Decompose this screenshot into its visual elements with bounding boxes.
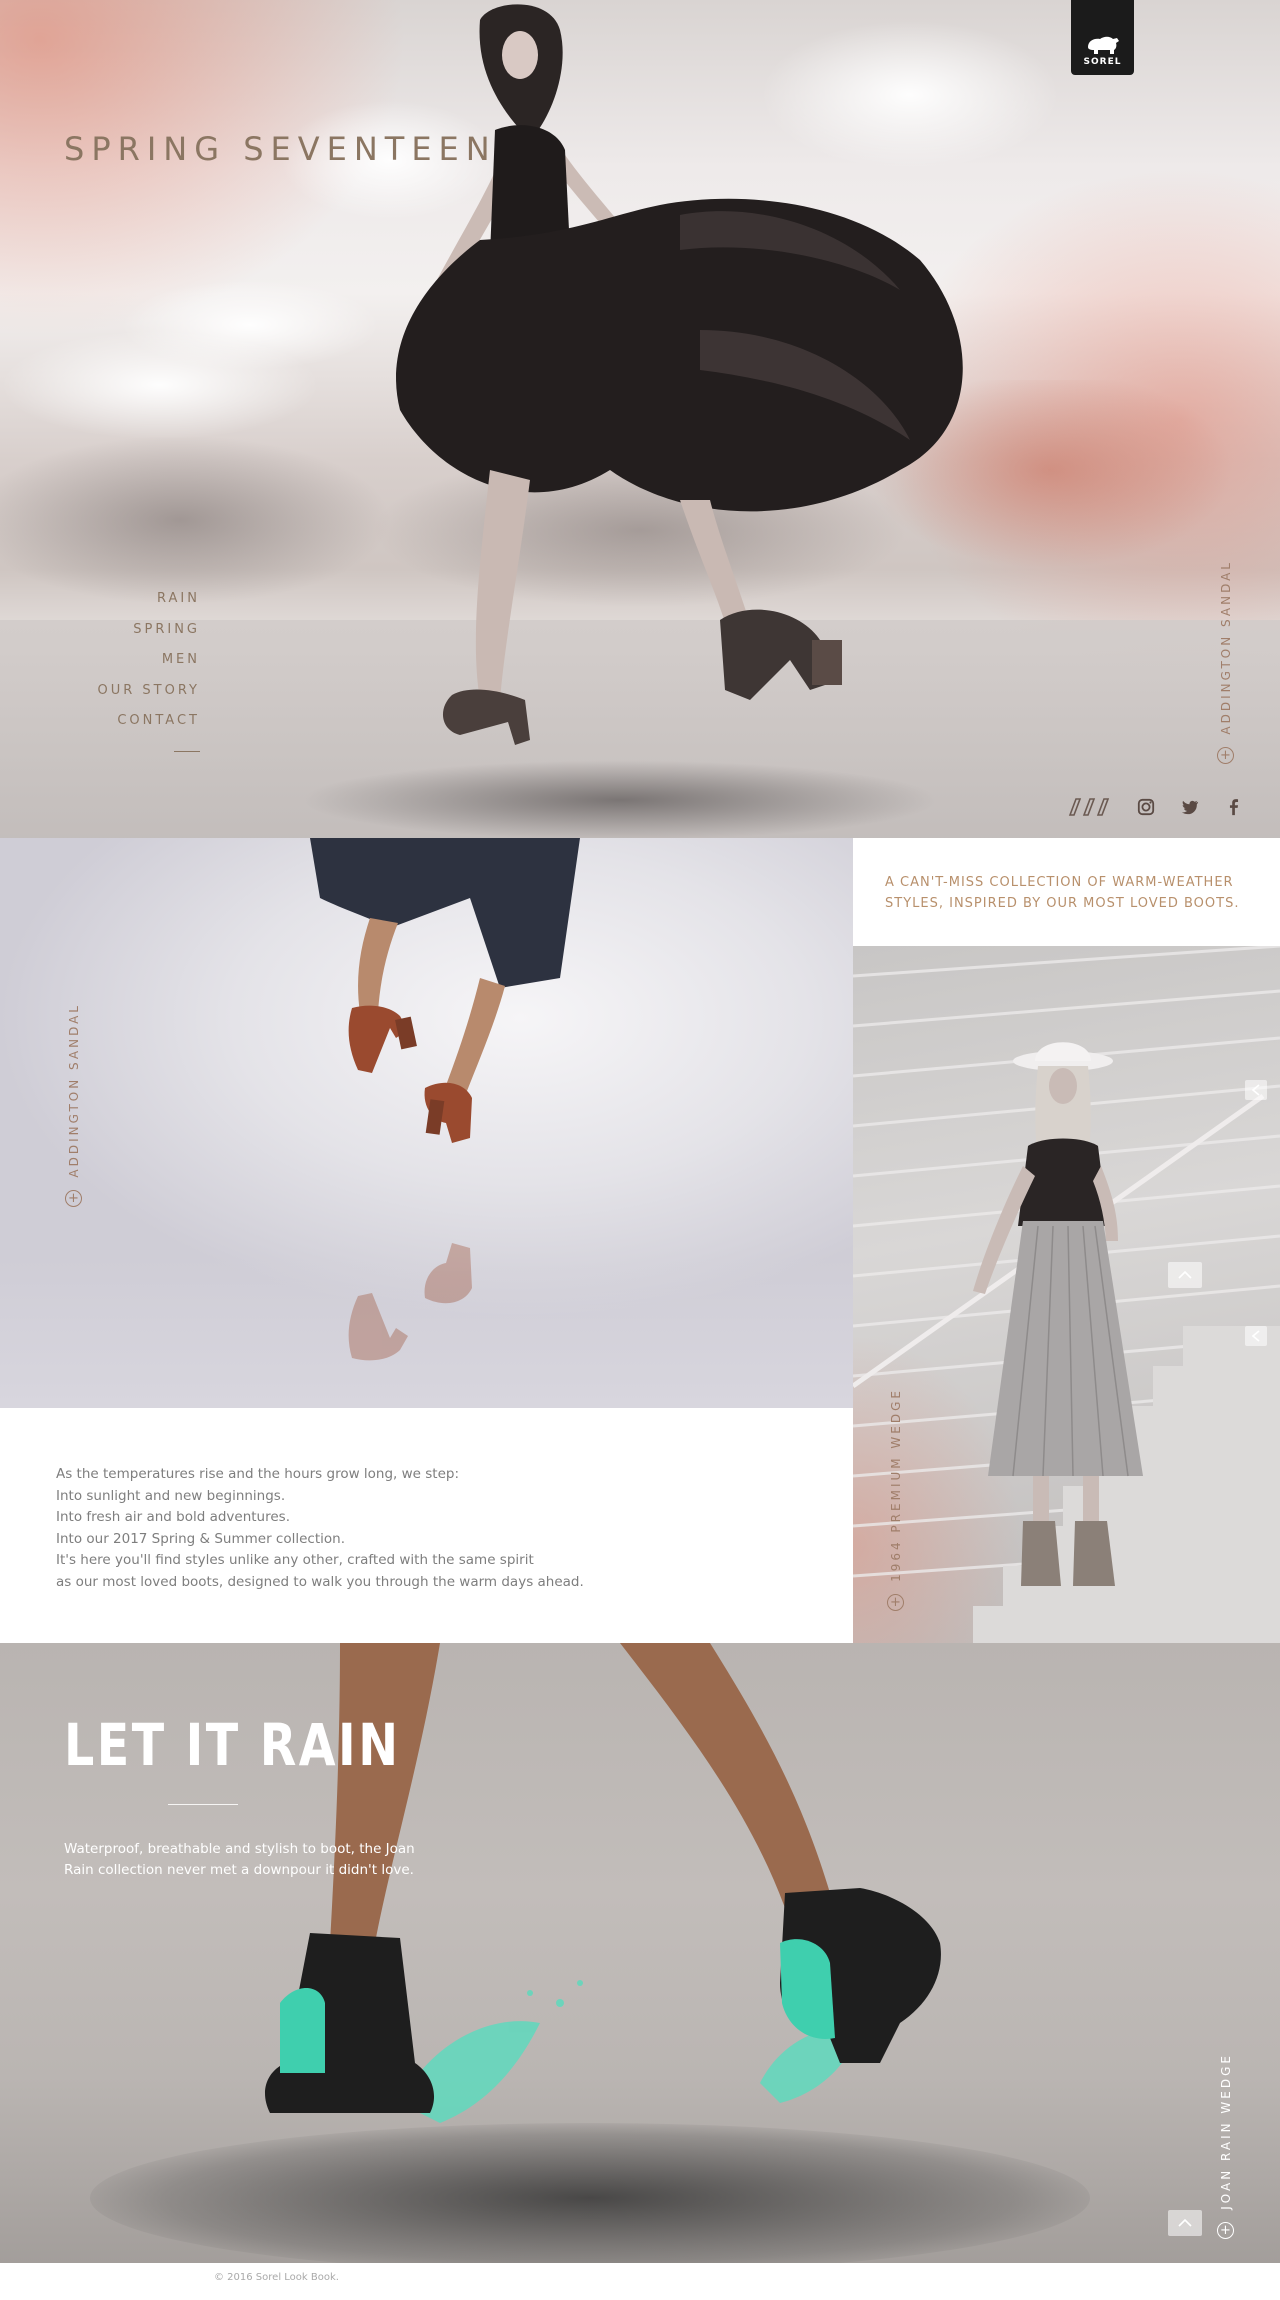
twitter-icon[interactable]: [1180, 797, 1200, 817]
plus-circle-icon[interactable]: +: [1217, 2221, 1234, 2239]
plus-circle-icon[interactable]: +: [1217, 746, 1234, 764]
product-tag-label: ADDINGTON SANDAL: [66, 1003, 81, 1178]
nav-item-rain[interactable]: RAIN: [80, 584, 200, 615]
rain-section: LET IT RAIN Waterproof, breathable and s…: [0, 1643, 1280, 2263]
hero-section: SOREL SPRING SEVENTEEN RAIN SPRING MEN O…: [0, 0, 1280, 838]
product-tag-addington-mid[interactable]: ADDINGTON SANDAL +: [65, 1003, 82, 1207]
product-tag-premium-wedge[interactable]: 1964 PREMIUM WEDGE +: [887, 1388, 904, 1611]
rain-copy: Waterproof, breathable and stylish to bo…: [64, 1839, 464, 1881]
rain-divider: [168, 1804, 238, 1805]
page-title: SPRING SEVENTEEN: [64, 130, 497, 168]
brand-logo[interactable]: SOREL: [1071, 0, 1134, 75]
tagline-text: A CAN'T-MISS COLLECTION OF WARM-WEATHER …: [885, 875, 1240, 911]
nav-divider: [174, 750, 200, 752]
social-links: [1064, 797, 1244, 817]
collection-tagline: A CAN'T-MISS COLLECTION OF WARM-WEATHER …: [853, 838, 1280, 946]
scroll-up-button[interactable]: [1168, 1262, 1202, 1288]
chevron-left-icon: [1252, 1084, 1260, 1096]
intro-line: Into fresh air and bold adventures.: [56, 1509, 290, 1525]
product-tag-label: ADDINGTON SANDAL: [1218, 560, 1233, 735]
chevron-left-icon: [1252, 1330, 1260, 1342]
facebook-icon[interactable]: [1224, 797, 1244, 817]
intro-line: As the temperatures rise and the hours g…: [56, 1466, 460, 1482]
nav-item-men[interactable]: MEN: [80, 645, 200, 676]
copyright: © 2016 Sorel Look Book.: [214, 2272, 339, 2283]
product-tag-joan-rain-wedge[interactable]: JOAN RAIN WEDGE +: [1217, 2053, 1234, 2239]
chevron-up-icon: [1178, 1271, 1192, 1279]
intro-copy: As the temperatures rise and the hours g…: [56, 1464, 584, 1593]
slide-arrow-button[interactable]: [1245, 1080, 1267, 1100]
instagram-icon[interactable]: [1136, 797, 1156, 817]
intro-line: as our most loved boots, designed to wal…: [56, 1573, 584, 1590]
rain-copy-line: Rain collection never met a downpour it …: [64, 1862, 414, 1878]
intro-line: Into our 2017 Spring & Summer collection…: [56, 1530, 345, 1547]
product-tag-addington-hero[interactable]: ADDINGTON SANDAL +: [1217, 560, 1234, 764]
intro-line: It's here you'll find styles unlike any …: [56, 1552, 534, 1568]
nav-item-spring[interactable]: SPRING: [80, 615, 200, 646]
product-tag-label: 1964 PREMIUM WEDGE: [888, 1388, 903, 1582]
plus-circle-icon[interactable]: +: [887, 1593, 904, 1611]
rain-copy-line: Waterproof, breathable and stylish to bo…: [64, 1841, 415, 1857]
nav-item-our-story[interactable]: OUR STORY: [80, 676, 200, 707]
collection-intro: As the temperatures rise and the hours g…: [0, 1408, 853, 1643]
hero-model-image: [396, 4, 963, 745]
main-nav: RAIN SPRING MEN OUR STORY CONTACT: [80, 584, 200, 752]
chevron-up-icon: [1178, 2219, 1192, 2227]
brand-slashes-icon[interactable]: [1064, 798, 1112, 816]
nav-item-contact[interactable]: CONTACT: [80, 706, 200, 737]
product-tag-label: JOAN RAIN WEDGE: [1218, 2053, 1233, 2210]
plus-circle-icon[interactable]: +: [65, 1189, 82, 1207]
back-to-top-button[interactable]: [1168, 2210, 1202, 2236]
premium-wedge-photo: [853, 946, 1280, 1643]
sandal-legs-image: [310, 838, 580, 1361]
slide-arrow-button[interactable]: [1245, 1326, 1267, 1346]
logo-wordmark: SOREL: [1083, 57, 1122, 67]
wedge-model-image: [973, 1042, 1143, 1586]
addington-sandal-photo: [0, 838, 853, 1408]
rain-heading: LET IT RAIN: [64, 1711, 401, 1779]
intro-line: Into sunlight and new beginnings.: [56, 1487, 286, 1504]
polar-bear-icon: [1087, 36, 1119, 54]
